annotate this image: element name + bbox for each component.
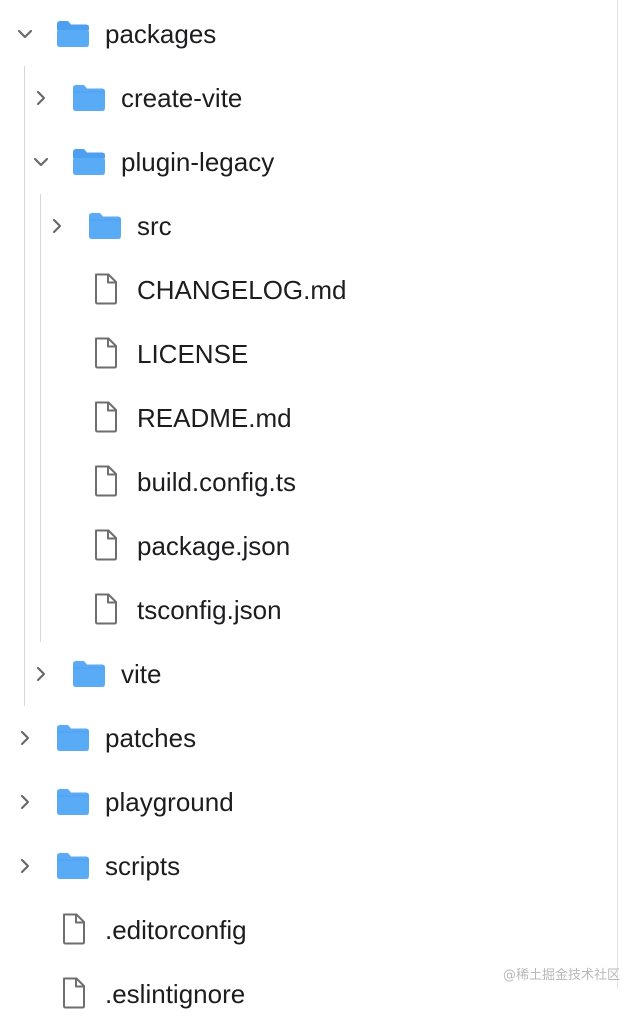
file-explorer-tree: packages create-vite plugin-legacy src CHANG… <box>0 0 626 1009</box>
file-row-readme-md[interactable]: README.md <box>0 386 616 450</box>
item-label: create-vite <box>121 83 243 113</box>
folder-row-playground[interactable]: playground <box>0 770 616 834</box>
watermark: @稀土掘金技术社区 <box>502 968 620 983</box>
folder-icon <box>87 208 123 244</box>
folder-row-scripts[interactable]: scripts <box>0 834 616 898</box>
folder-row-packages[interactable]: packages <box>0 2 616 66</box>
item-label: LICENSE <box>137 339 249 369</box>
file-icon <box>88 399 124 435</box>
chevron-right-icon[interactable] <box>15 792 35 812</box>
folder-icon <box>71 656 107 692</box>
folder-row-plugin-legacy[interactable]: plugin-legacy <box>0 130 616 194</box>
item-label: tsconfig.json <box>137 595 282 625</box>
item-label: README.md <box>137 403 292 433</box>
chevron-down-icon[interactable] <box>31 152 51 172</box>
file-row-changelog-md[interactable]: CHANGELOG.md <box>0 258 616 322</box>
item-label: .editorconfig <box>105 915 247 945</box>
chevron-down-icon[interactable] <box>15 24 35 44</box>
folder-icon <box>55 784 91 820</box>
item-label: scripts <box>105 851 181 881</box>
panel-border <box>617 0 618 988</box>
item-label: src <box>137 211 172 241</box>
folder-icon <box>71 144 107 180</box>
chevron-right-icon[interactable] <box>31 664 51 684</box>
item-label: package.json <box>137 531 291 561</box>
item-label: vite <box>121 659 162 689</box>
folder-icon <box>55 16 91 52</box>
chevron-right-icon[interactable] <box>31 88 51 108</box>
file-icon <box>88 591 124 627</box>
item-label: plugin-legacy <box>121 147 275 177</box>
folder-icon <box>55 848 91 884</box>
chevron-right-icon[interactable] <box>47 216 67 236</box>
folder-row-vite[interactable]: vite <box>0 642 616 706</box>
file-row-dot-editorconfig[interactable]: .editorconfig <box>0 898 616 962</box>
file-icon <box>88 335 124 371</box>
file-icon <box>88 527 124 563</box>
folder-row-create-vite[interactable]: create-vite <box>0 66 616 130</box>
file-row-package-json[interactable]: package.json <box>0 514 616 578</box>
folder-row-patches[interactable]: patches <box>0 706 616 770</box>
item-label: patches <box>105 723 197 753</box>
file-row-license[interactable]: LICENSE <box>0 322 616 386</box>
folder-row-src[interactable]: src <box>0 194 616 258</box>
chevron-right-icon[interactable] <box>15 728 35 748</box>
item-label: packages <box>105 19 217 49</box>
file-icon <box>56 975 92 1011</box>
item-label: CHANGELOG.md <box>137 275 347 305</box>
file-icon <box>88 463 124 499</box>
file-icon <box>88 271 124 307</box>
chevron-right-icon[interactable] <box>15 856 35 876</box>
file-icon <box>56 911 92 947</box>
item-label: build.config.ts <box>137 467 296 497</box>
item-label: playground <box>105 787 234 817</box>
folder-icon <box>71 80 107 116</box>
item-label: .eslintignore <box>105 979 246 1009</box>
file-row-build-config-ts[interactable]: build.config.ts <box>0 450 616 514</box>
file-row-tsconfig-json[interactable]: tsconfig.json <box>0 578 616 642</box>
folder-icon <box>55 720 91 756</box>
